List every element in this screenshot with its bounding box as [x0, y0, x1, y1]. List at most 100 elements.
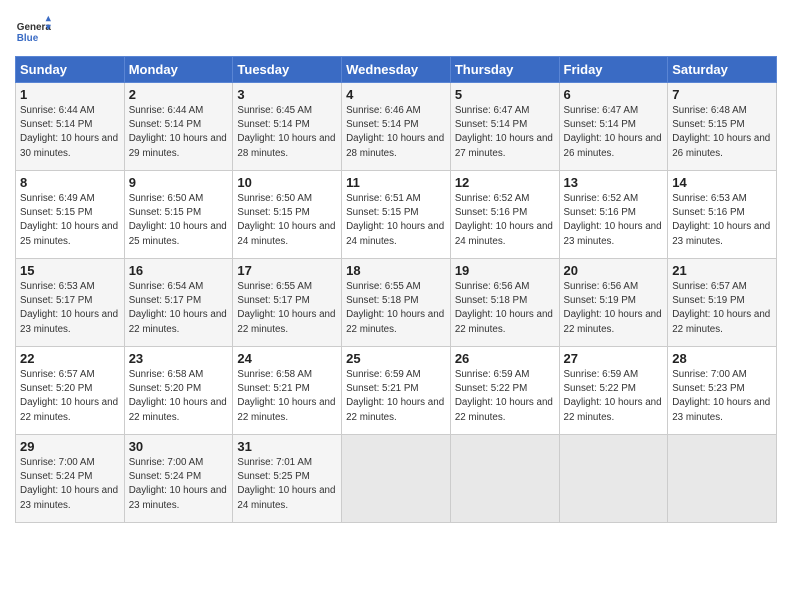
calendar-cell: 29Sunrise: 7:00 AMSunset: 5:24 PMDayligh…: [16, 435, 125, 523]
day-number: 25: [346, 351, 446, 366]
calendar-cell: 20Sunrise: 6:56 AMSunset: 5:19 PMDayligh…: [559, 259, 668, 347]
calendar-cell: 2 Sunrise: 6:44 AMSunset: 5:14 PMDaylight…: [124, 83, 233, 171]
day-number: 15: [20, 263, 120, 278]
day-info: Sunrise: 6:59 AMSunset: 5:21 PMDaylight:…: [346, 368, 446, 425]
day-info: Sunrise: 6:59 AMSunset: 5:22 PMDaylight:…: [564, 368, 664, 425]
day-number: 19: [455, 263, 555, 278]
day-info: Sunrise: 6:55 AMSunset: 5:17 PMDaylight:…: [237, 280, 337, 337]
calendar-cell: 6 Sunrise: 6:47 AMSunset: 5:14 PMDaylight…: [559, 83, 668, 171]
calendar-cell: 15Sunrise: 6:53 AMSunset: 5:17 PMDayligh…: [16, 259, 125, 347]
calendar-cell: 8 Sunrise: 6:49 AMSunset: 5:15 PMDaylight…: [16, 171, 125, 259]
calendar-cell: 3 Sunrise: 6:45 AMSunset: 5:14 PMDaylight…: [233, 83, 342, 171]
day-info: Sunrise: 6:52 AMSunset: 5:16 PMDaylight:…: [455, 192, 555, 249]
day-info: Sunrise: 6:47 AMSunset: 5:14 PMDaylight:…: [564, 104, 664, 161]
day-number: 16: [129, 263, 229, 278]
day-number: 30: [129, 439, 229, 454]
day-info: Sunrise: 6:51 AMSunset: 5:15 PMDaylight:…: [346, 192, 446, 249]
calendar-cell: [342, 435, 451, 523]
day-number: 10: [237, 175, 337, 190]
calendar-cell: 11 Sunrise: 6:51 AMSunset: 5:15 PMDayligh…: [342, 171, 451, 259]
calendar-cell: 14 Sunrise: 6:53 AMSunset: 5:16 PMDayligh…: [668, 171, 777, 259]
calendar-cell: 25 Sunrise: 6:59 AMSunset: 5:21 PMDayligh…: [342, 347, 451, 435]
day-info: Sunrise: 6:46 AMSunset: 5:14 PMDaylight:…: [346, 104, 446, 161]
day-number: 1: [20, 87, 120, 102]
day-number: 14: [672, 175, 772, 190]
calendar-cell: 31 Sunrise: 7:01 AMSunset: 5:25 PMDayligh…: [233, 435, 342, 523]
calendar-week-4: 22 Sunrise: 6:57 AMSunset: 5:20 PMDayligh…: [16, 347, 777, 435]
calendar-table: SundayMondayTuesdayWednesdayThursdayFrid…: [15, 56, 777, 523]
calendar-body: 1 Sunrise: 6:44 AMSunset: 5:14 PMDaylight…: [16, 83, 777, 523]
day-info: Sunrise: 6:45 AMSunset: 5:14 PMDaylight:…: [237, 104, 337, 161]
day-number: 4: [346, 87, 446, 102]
day-info: Sunrise: 6:57 AMSunset: 5:19 PMDaylight:…: [672, 280, 772, 337]
day-info: Sunrise: 6:57 AMSunset: 5:20 PMDaylight:…: [20, 368, 120, 425]
logo: General Blue: [15, 14, 51, 50]
day-info: Sunrise: 6:44 AMSunset: 5:14 PMDaylight:…: [129, 104, 229, 161]
weekday-header-saturday: Saturday: [668, 57, 777, 83]
calendar-cell: 30 Sunrise: 7:00 AMSunset: 5:24 PMDayligh…: [124, 435, 233, 523]
calendar-week-2: 8 Sunrise: 6:49 AMSunset: 5:15 PMDaylight…: [16, 171, 777, 259]
day-number: 5: [455, 87, 555, 102]
day-info: Sunrise: 6:52 AMSunset: 5:16 PMDaylight:…: [564, 192, 664, 249]
calendar-cell: 5Sunrise: 6:47 AMSunset: 5:14 PMDaylight…: [450, 83, 559, 171]
day-number: 29: [20, 439, 120, 454]
day-info: Sunrise: 6:56 AMSunset: 5:19 PMDaylight:…: [564, 280, 664, 337]
day-info: Sunrise: 7:01 AMSunset: 5:25 PMDaylight:…: [237, 456, 337, 513]
calendar-cell: 22 Sunrise: 6:57 AMSunset: 5:20 PMDayligh…: [16, 347, 125, 435]
calendar-week-3: 15Sunrise: 6:53 AMSunset: 5:17 PMDayligh…: [16, 259, 777, 347]
calendar-cell: 9 Sunrise: 6:50 AMSunset: 5:15 PMDaylight…: [124, 171, 233, 259]
calendar-cell: 19 Sunrise: 6:56 AMSunset: 5:18 PMDayligh…: [450, 259, 559, 347]
day-info: Sunrise: 7:00 AMSunset: 5:23 PMDaylight:…: [672, 368, 772, 425]
day-number: 28: [672, 351, 772, 366]
day-info: Sunrise: 7:00 AMSunset: 5:24 PMDaylight:…: [129, 456, 229, 513]
calendar-week-1: 1 Sunrise: 6:44 AMSunset: 5:14 PMDaylight…: [16, 83, 777, 171]
day-number: 8: [20, 175, 120, 190]
weekday-header-tuesday: Tuesday: [233, 57, 342, 83]
day-number: 2: [129, 87, 229, 102]
day-number: 26: [455, 351, 555, 366]
day-info: Sunrise: 6:48 AMSunset: 5:15 PMDaylight:…: [672, 104, 772, 161]
day-number: 27: [564, 351, 664, 366]
day-info: Sunrise: 6:56 AMSunset: 5:18 PMDaylight:…: [455, 280, 555, 337]
day-info: Sunrise: 6:44 AMSunset: 5:14 PMDaylight:…: [20, 104, 120, 161]
calendar-cell: 12Sunrise: 6:52 AMSunset: 5:16 PMDayligh…: [450, 171, 559, 259]
calendar-cell: 10Sunrise: 6:50 AMSunset: 5:15 PMDayligh…: [233, 171, 342, 259]
calendar-cell: [668, 435, 777, 523]
page-header: General Blue: [15, 10, 777, 50]
day-number: 9: [129, 175, 229, 190]
calendar-cell: [559, 435, 668, 523]
day-info: Sunrise: 6:59 AMSunset: 5:22 PMDaylight:…: [455, 368, 555, 425]
day-info: Sunrise: 6:53 AMSunset: 5:16 PMDaylight:…: [672, 192, 772, 249]
weekday-header-wednesday: Wednesday: [342, 57, 451, 83]
day-number: 18: [346, 263, 446, 278]
day-number: 7: [672, 87, 772, 102]
day-info: Sunrise: 6:50 AMSunset: 5:15 PMDaylight:…: [129, 192, 229, 249]
svg-text:General: General: [17, 22, 51, 33]
day-number: 23: [129, 351, 229, 366]
calendar-cell: 23Sunrise: 6:58 AMSunset: 5:20 PMDayligh…: [124, 347, 233, 435]
calendar-cell: 17 Sunrise: 6:55 AMSunset: 5:17 PMDayligh…: [233, 259, 342, 347]
calendar-header: SundayMondayTuesdayWednesdayThursdayFrid…: [16, 57, 777, 83]
calendar-cell: [450, 435, 559, 523]
calendar-cell: 1 Sunrise: 6:44 AMSunset: 5:14 PMDaylight…: [16, 83, 125, 171]
day-number: 31: [237, 439, 337, 454]
day-number: 11: [346, 175, 446, 190]
day-info: Sunrise: 6:55 AMSunset: 5:18 PMDaylight:…: [346, 280, 446, 337]
day-number: 6: [564, 87, 664, 102]
calendar-cell: 16 Sunrise: 6:54 AMSunset: 5:17 PMDayligh…: [124, 259, 233, 347]
svg-text:Blue: Blue: [17, 33, 39, 44]
day-number: 3: [237, 87, 337, 102]
calendar-cell: 28 Sunrise: 7:00 AMSunset: 5:23 PMDayligh…: [668, 347, 777, 435]
day-number: 21: [672, 263, 772, 278]
day-number: 22: [20, 351, 120, 366]
weekday-header-thursday: Thursday: [450, 57, 559, 83]
day-info: Sunrise: 6:58 AMSunset: 5:21 PMDaylight:…: [237, 368, 337, 425]
calendar-week-5: 29 Sunrise: 7:00 AMSunset: 5:24 PMDayligh…: [16, 435, 777, 523]
day-info: Sunrise: 6:54 AMSunset: 5:17 PMDaylight:…: [129, 280, 229, 337]
day-info: Sunrise: 6:49 AMSunset: 5:15 PMDaylight:…: [20, 192, 120, 249]
logo-icon: General Blue: [15, 14, 51, 50]
day-number: 13: [564, 175, 664, 190]
calendar-cell: 27 Sunrise: 6:59 AMSunset: 5:22 PMDayligh…: [559, 347, 668, 435]
day-number: 24: [237, 351, 337, 366]
day-number: 17: [237, 263, 337, 278]
